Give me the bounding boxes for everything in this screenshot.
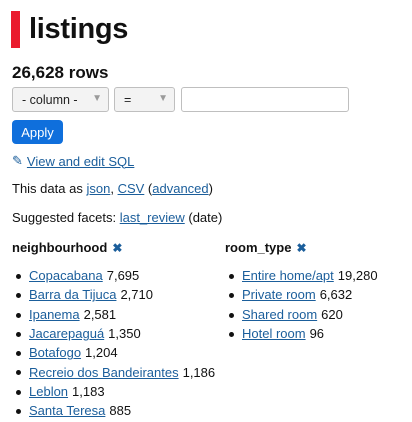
close-icon[interactable]: ✖	[296, 241, 306, 255]
facet-item: Barra da Tijuca 2,710	[12, 285, 215, 304]
filter-row: - column - ▼ = ▼	[12, 87, 349, 112]
facet-item-link[interactable]: Leblon	[29, 384, 68, 399]
suggested-facets: Suggested facets: last_review (date)	[12, 210, 222, 225]
facet-list: Copacabana 7,695 Barra da Tijuca 2,710 Ipa…	[12, 266, 215, 420]
facet-item-link[interactable]: Santa Teresa	[29, 403, 105, 418]
facet-item: Botafogo 1,204	[12, 343, 215, 362]
facet-item-link[interactable]: Botafogo	[29, 345, 81, 360]
facet-item: Shared room 620	[225, 305, 378, 324]
chevron-down-icon: ▼	[158, 93, 168, 104]
facet-item-count: 2,710	[120, 287, 153, 303]
export-formats: This data as json, CSV (advanced)	[12, 181, 213, 196]
facet-item: Entire home/apt 19,280	[225, 266, 378, 285]
facet-room-type: room_type ✖ Entire home/apt 19,280 Privat…	[225, 240, 378, 341]
close-icon[interactable]: ✖	[112, 241, 122, 255]
facet-item-count: 19,280	[337, 268, 378, 284]
facet-header: neighbourhood ✖	[12, 240, 122, 255]
column-select-value: - column -	[22, 92, 78, 107]
chevron-down-icon: ▼	[92, 93, 102, 104]
facet-item-link[interactable]: Ipanema	[29, 307, 80, 322]
facet-item-count: 7,695	[106, 268, 140, 284]
facet-item: Private room 6,632	[225, 285, 378, 304]
facet-title: room_type	[225, 240, 292, 255]
export-sep: ,	[110, 181, 114, 196]
facet-item: Ipanema 2,581	[12, 305, 215, 324]
facet-item-link[interactable]: Copacabana	[29, 268, 103, 283]
pencil-icon: ✎	[12, 153, 23, 168]
json-link[interactable]: json	[86, 181, 110, 196]
view-sql-link-row: ✎ View and edit SQL	[12, 153, 134, 169]
paren-close: )	[208, 181, 213, 196]
facet-item-count: 96	[309, 326, 325, 342]
apply-button[interactable]: Apply	[12, 120, 63, 144]
facet-title: neighbourhood	[12, 240, 108, 255]
page-title: listings	[29, 12, 129, 45]
title-accent-bar	[11, 10, 20, 48]
facet-item-link[interactable]: Barra da Tijuca	[29, 287, 116, 302]
facet-item-link[interactable]: Shared room	[242, 307, 317, 322]
facet-item-link[interactable]: Recreio dos Bandeirantes	[29, 365, 179, 380]
csv-link[interactable]: CSV	[118, 181, 145, 196]
operator-select-value: =	[124, 92, 132, 107]
facet-item-link[interactable]: Private room	[242, 287, 316, 302]
suggested-prefix: Suggested facets:	[12, 210, 117, 225]
row-count: 26,628 rows	[12, 63, 109, 82]
column-select[interactable]: - column - ▼	[12, 87, 109, 112]
export-prefix: This data as	[12, 181, 83, 196]
facet-item-count: 1,186	[182, 364, 216, 380]
facet-item-count: 6,632	[319, 287, 353, 303]
facet-neighbourhood: neighbourhood ✖ Copacabana 7,695 Barra da…	[12, 240, 215, 418]
operator-select[interactable]: = ▼	[114, 87, 175, 112]
advanced-link[interactable]: advanced	[152, 181, 208, 196]
facet-item-count: 1,204	[85, 345, 118, 361]
facet-item-link[interactable]: Entire home/apt	[242, 268, 334, 283]
facet-item-count: 2,581	[83, 306, 117, 322]
facet-item-count: 1,350	[108, 326, 141, 342]
page-header: listings	[11, 10, 128, 48]
facet-list: Entire home/apt 19,280 Private room 6,632 …	[225, 266, 378, 343]
facet-item-link[interactable]: Hotel room	[242, 326, 306, 341]
facet-item-count: 885	[109, 403, 132, 419]
facet-header: room_type ✖	[225, 240, 307, 255]
facet-item: Hotel room 96	[225, 324, 378, 343]
facet-item-count: 1,183	[72, 383, 105, 399]
facet-item: Copacabana 7,695	[12, 266, 215, 285]
facet-item-count: 620	[321, 306, 343, 322]
view-edit-sql-link[interactable]: View and edit SQL	[27, 154, 134, 169]
facet-item-link[interactable]: Jacarepaguá	[29, 326, 104, 341]
suggested-facet-link[interactable]: last_review	[120, 210, 185, 225]
facet-item: Recreio dos Bandeirantes 1,186	[12, 362, 215, 381]
facet-item: Santa Teresa 885	[12, 401, 215, 420]
suggested-facet-type: (date)	[188, 210, 223, 225]
filter-value-input[interactable]	[181, 87, 349, 112]
facet-item: Leblon 1,183	[12, 382, 215, 401]
facet-item: Jacarepaguá 1,350	[12, 324, 215, 343]
